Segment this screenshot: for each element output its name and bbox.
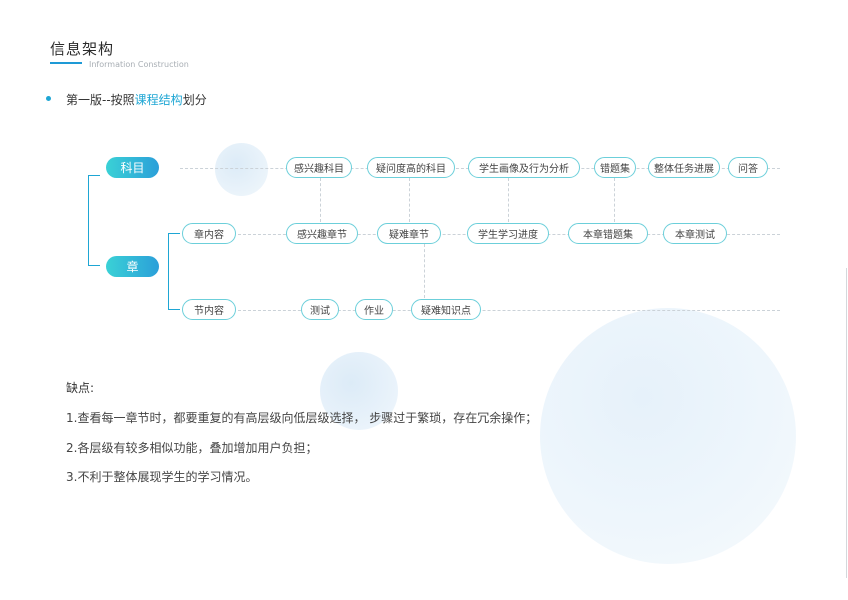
page-subtitle: Information Construction [89, 60, 189, 69]
connector-mistakes [614, 178, 615, 222]
chapter-bracket [168, 233, 180, 310]
page-title: 信息架构 [50, 40, 115, 58]
drawbacks-heading: 缺点: [66, 381, 95, 395]
node-hard-points[interactable]: 疑难知识点 [411, 299, 481, 320]
bullet-dot [46, 96, 51, 101]
node-hard-chapter[interactable]: 疑难章节 [377, 223, 441, 244]
version-prefix: 第一版--按照 [66, 93, 135, 107]
node-section-content[interactable]: 节内容 [182, 299, 236, 320]
connector-progress [508, 178, 509, 222]
node-overall-progress[interactable]: 整体任务进展 [648, 157, 720, 178]
node-quiz[interactable]: 测试 [301, 299, 339, 320]
node-high-question-subject[interactable]: 疑问度高的科目 [367, 157, 455, 178]
version-suffix: 划分 [182, 93, 207, 107]
drawback-item: 3.不利于整体展现学生的学习情况。 [66, 470, 258, 484]
node-chapter-mistakes[interactable]: 本章错题集 [568, 223, 648, 244]
level-subject-pill[interactable]: 科目 [106, 157, 159, 178]
version-description: 第一版--按照课程结构划分 [66, 91, 207, 108]
node-learning-progress[interactable]: 学生学习进度 [467, 223, 549, 244]
drawback-item: 2.各层级有较多相似功能，叠加增加用户负担； [66, 441, 318, 455]
node-student-profile[interactable]: 学生画像及行为分析 [468, 157, 580, 178]
node-chapter-test[interactable]: 本章测试 [663, 223, 727, 244]
connector-interest [320, 178, 321, 222]
node-chapter-content[interactable]: 章内容 [182, 223, 236, 244]
node-mistake-collection[interactable]: 错题集 [594, 157, 636, 178]
drawback-item: 1.查看每一章节时，都要重复的有高层级向低层级选择， 步骤过于繁琐，存在冗余操作… [66, 411, 538, 425]
connector-hard-points [424, 244, 425, 298]
title-underline [50, 62, 82, 64]
node-interest-subject[interactable]: 感兴趣科目 [286, 157, 352, 178]
node-qa[interactable]: 问答 [728, 157, 768, 178]
level-bracket [88, 175, 100, 266]
decorative-circle-large [540, 308, 796, 564]
node-interest-chapter[interactable]: 感兴趣章节 [286, 223, 358, 244]
level-chapter-pill[interactable]: 章 [106, 256, 159, 277]
page-edge-line [846, 268, 847, 578]
version-highlight: 课程结构 [134, 93, 183, 107]
decorative-circle-small [215, 143, 268, 196]
node-homework[interactable]: 作业 [355, 299, 393, 320]
connector-difficulty [409, 178, 410, 222]
